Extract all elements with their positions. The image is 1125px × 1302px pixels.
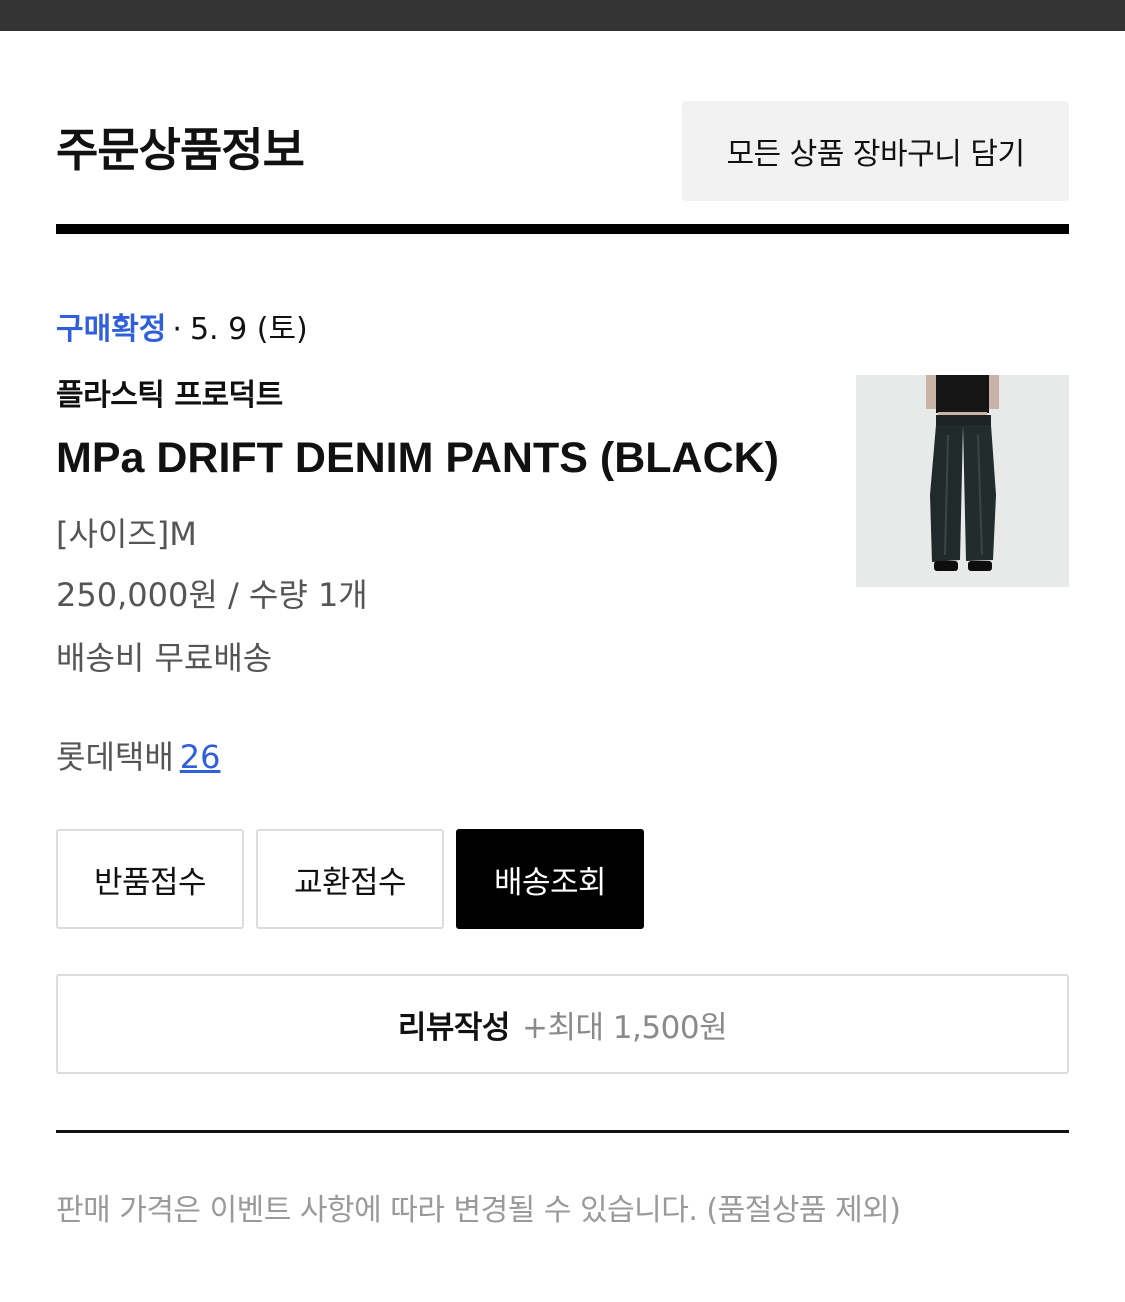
courier-line: 롯데택배 26 — [56, 735, 220, 779]
price-quantity: 250,000원 / 수량 1개 — [56, 576, 368, 614]
track-delivery-button[interactable]: 배송조회 — [456, 829, 644, 929]
order-status-line: 구매확정 · 5. 9 (토) — [56, 309, 308, 351]
product-option: [사이즈]M — [56, 515, 197, 553]
header-divider — [56, 224, 1069, 234]
status-separator: · — [172, 312, 182, 347]
product-name[interactable]: MPa DRIFT DENIM PANTS (BLACK) — [56, 432, 779, 484]
exchange-request-button[interactable]: 교환접수 — [256, 829, 444, 929]
top-bar — [0, 0, 1125, 31]
courier-name: 롯데택배 — [56, 738, 174, 776]
return-request-button[interactable]: 반품접수 — [56, 829, 244, 929]
order-date: 5. 9 (토) — [189, 312, 308, 347]
brand-name[interactable]: 플라스틱 프로덕트 — [56, 375, 283, 417]
product-image[interactable] — [856, 375, 1069, 587]
page-title: 주문상품정보 — [56, 123, 305, 177]
review-reward: +최대 1,500원 — [521, 1009, 728, 1046]
review-label: 리뷰작성 — [397, 1009, 511, 1046]
price-notice: 판매 가격은 이벤트 사항에 따라 변경될 수 있습니다. (품절상품 제외) — [56, 1193, 901, 1228]
footer-divider — [56, 1130, 1069, 1133]
write-review-button[interactable]: 리뷰작성 +최대 1,500원 — [56, 974, 1069, 1074]
add-all-to-cart-button[interactable]: 모든 상품 장바구니 담기 — [682, 101, 1069, 201]
tracking-number-link[interactable]: 26 — [180, 738, 221, 776]
order-status: 구매확정 — [56, 312, 167, 347]
shipping-fee: 배송비 무료배송 — [56, 639, 273, 677]
product-photo-icon — [856, 375, 1069, 587]
